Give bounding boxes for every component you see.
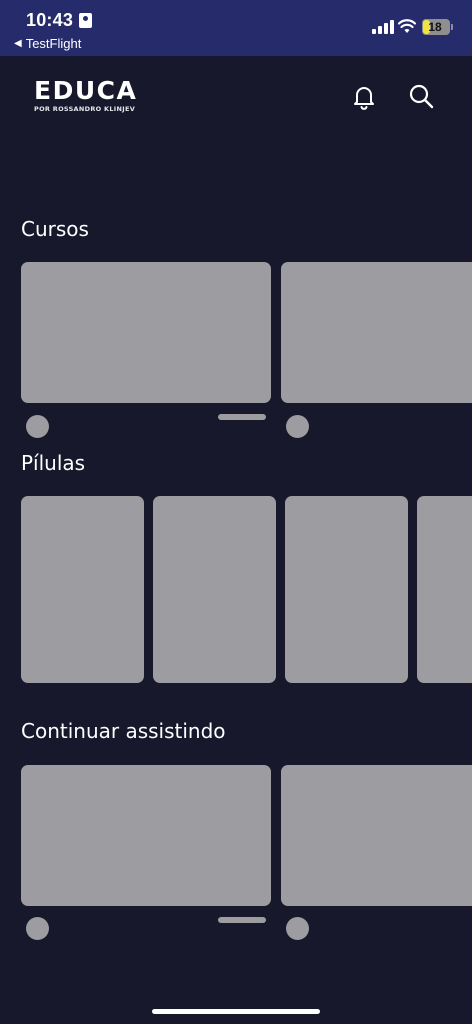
back-arrow-icon: ◀ xyxy=(14,38,22,49)
pill-card[interactable] xyxy=(285,496,408,683)
logo-subtitle: POR ROSSANDRO KLINJEV xyxy=(34,105,136,113)
pill-card[interactable] xyxy=(21,496,144,683)
cellular-signal-icon xyxy=(372,20,394,34)
section-title-pills: Pílulas xyxy=(21,451,86,475)
status-bar: 10:43 ◀ TestFlight 18 xyxy=(0,0,472,56)
back-to-app-link[interactable]: ◀ TestFlight xyxy=(14,36,81,51)
pill-card[interactable] xyxy=(153,496,276,683)
continue-watching-avatar xyxy=(26,917,49,940)
home-indicator[interactable] xyxy=(152,1009,320,1014)
course-avatar xyxy=(286,415,309,438)
pill-card[interactable] xyxy=(417,496,472,683)
logo-title: EDUCA xyxy=(34,76,138,105)
continue-watching-avatar xyxy=(286,917,309,940)
course-card[interactable] xyxy=(21,262,271,403)
back-app-label: TestFlight xyxy=(25,36,82,51)
course-avatar xyxy=(26,415,49,438)
battery-icon: 18 xyxy=(422,19,450,35)
course-card[interactable] xyxy=(281,262,472,403)
course-progress-bar xyxy=(218,414,266,420)
wifi-icon xyxy=(398,19,416,33)
bell-icon[interactable] xyxy=(352,84,376,110)
continue-watching-card[interactable] xyxy=(281,765,472,906)
continue-watching-card[interactable] xyxy=(21,765,271,906)
battery-level: 18 xyxy=(428,20,442,34)
section-title-courses: Cursos xyxy=(21,217,89,241)
status-time: 10:43 xyxy=(26,10,74,30)
section-title-continue-watching: Continuar assistindo xyxy=(21,719,226,743)
app-logo: EDUCA POR ROSSANDRO KLINJEV xyxy=(34,76,138,114)
continue-watching-progress-bar xyxy=(218,917,266,923)
search-icon[interactable] xyxy=(408,83,434,109)
contact-badge-icon xyxy=(79,13,92,28)
